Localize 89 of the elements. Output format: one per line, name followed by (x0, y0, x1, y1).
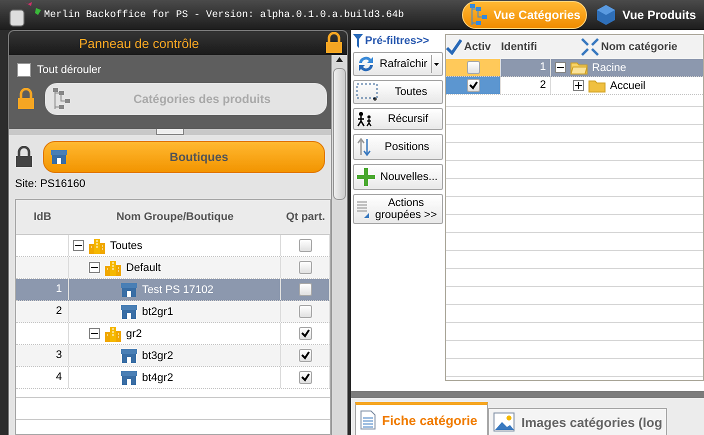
document-icon (360, 410, 376, 430)
building-icon (104, 326, 122, 342)
column-header: Activ (446, 35, 501, 59)
checkbox[interactable] (298, 261, 312, 274)
building-icon (88, 238, 106, 254)
tool-button[interactable]: Récursif (353, 108, 443, 130)
checkbox[interactable] (466, 79, 480, 92)
table-row[interactable]: Default (16, 257, 330, 279)
shop-icon (120, 370, 138, 386)
tool-button[interactable]: Rafraîchir (353, 52, 443, 76)
scroll-thumb[interactable] (333, 68, 346, 200)
shop-icon (120, 282, 138, 298)
checkbox[interactable] (17, 63, 31, 77)
table-cell: Racine (592, 62, 626, 74)
table-row[interactable]: Toutes (16, 235, 330, 257)
list-icon (356, 199, 370, 219)
up-arrow-icon[interactable] (336, 57, 343, 62)
caret-icon[interactable] (431, 55, 440, 73)
table-row[interactable]: 2 bt2gr1 (16, 301, 330, 323)
table-row[interactable]: gr2 (16, 323, 330, 345)
refresh-icon (356, 55, 376, 73)
people-icon (356, 111, 374, 127)
table-cell: 1 (501, 59, 551, 76)
expander-icon[interactable] (89, 328, 100, 339)
tool-button[interactable]: Nouvelles... (353, 164, 443, 190)
lock-icon[interactable] (15, 146, 33, 168)
expander-icon[interactable] (573, 80, 584, 91)
column-header: Qt part. (284, 210, 326, 225)
window-title: Merlin Backoffice for PS - Version: alpha.0.1.0.a.build3.64b (44, 10, 406, 20)
checkbox[interactable] (298, 305, 312, 318)
tab[interactable]: Images catégories (log (488, 408, 668, 435)
table-row[interactable]: 4 bt4gr2 (16, 367, 330, 389)
image-icon (493, 412, 516, 432)
checkbox[interactable] (298, 327, 312, 340)
expander-icon[interactable] (73, 240, 84, 251)
tool-button[interactable]: Actions groupées >> (353, 194, 443, 224)
column-header: Nom Groupe/Boutique (115, 210, 235, 225)
view-tab[interactable]: Vue Produits (589, 3, 702, 27)
panel-title: Panneau de contrôle (79, 36, 199, 50)
table-row[interactable]: 2 Accueil (446, 77, 703, 95)
table-cell: gr2 (126, 328, 142, 340)
table-cell: Default (126, 262, 161, 274)
active-cell[interactable] (446, 59, 501, 76)
scrollbar[interactable] (331, 55, 347, 435)
table-cell: 2 (501, 77, 551, 94)
table-cell: Accueil (610, 80, 646, 92)
up-down-arrows-icon (356, 137, 372, 157)
expander-icon[interactable] (555, 62, 566, 73)
shops-button[interactable]: Boutiques (43, 141, 325, 173)
checkbox[interactable] (298, 371, 312, 384)
checkbox-label: Tout dérouler (37, 64, 102, 76)
table-cell: Test PS 17102 (142, 284, 214, 296)
column-header: Identifi (501, 40, 538, 55)
column-header: IdB (32, 210, 52, 225)
check-mark-icon (446, 39, 462, 55)
tool-button[interactable]: Positions (353, 134, 443, 160)
hierarchy-icon (52, 87, 72, 111)
site-label: Site: PS16160 (15, 178, 86, 190)
table-cell: bt4gr2 (142, 372, 174, 384)
selection-icon (356, 83, 380, 101)
shop-icon (50, 149, 68, 165)
active-cell[interactable] (446, 77, 501, 94)
checkbox[interactable] (298, 239, 312, 252)
checkbox[interactable] (298, 283, 312, 296)
folder-icon (570, 60, 588, 74)
shop-icon (120, 304, 138, 320)
table-cell: Toutes (110, 240, 142, 252)
checkbox[interactable] (466, 61, 480, 74)
column-header: Nom catégorie (551, 35, 703, 59)
checkbox[interactable] (298, 349, 312, 362)
expander-icon[interactable] (89, 262, 100, 273)
table-cell: 3 (16, 345, 69, 366)
splitter-handle[interactable] (156, 129, 184, 135)
table-cell: 1 (16, 279, 69, 300)
tool-button[interactable]: Toutes (353, 80, 443, 104)
plus-icon (356, 167, 376, 187)
lock-icon[interactable] (325, 32, 343, 54)
table-cell: 4 (16, 367, 69, 388)
hierarchy-icon (468, 3, 488, 27)
cube-icon (595, 4, 618, 26)
filter-icon (353, 34, 363, 48)
building-icon (104, 260, 122, 276)
table-cell: bt3gr2 (142, 350, 174, 362)
table-cell: bt2gr1 (142, 306, 174, 318)
expand-arrows-icon (581, 38, 599, 56)
shop-icon (120, 348, 138, 364)
prefilter-link[interactable]: Pré-filtres>> (353, 34, 443, 48)
table-cell: 2 (16, 301, 69, 322)
table-row[interactable]: 3 bt3gr2 (16, 345, 330, 367)
